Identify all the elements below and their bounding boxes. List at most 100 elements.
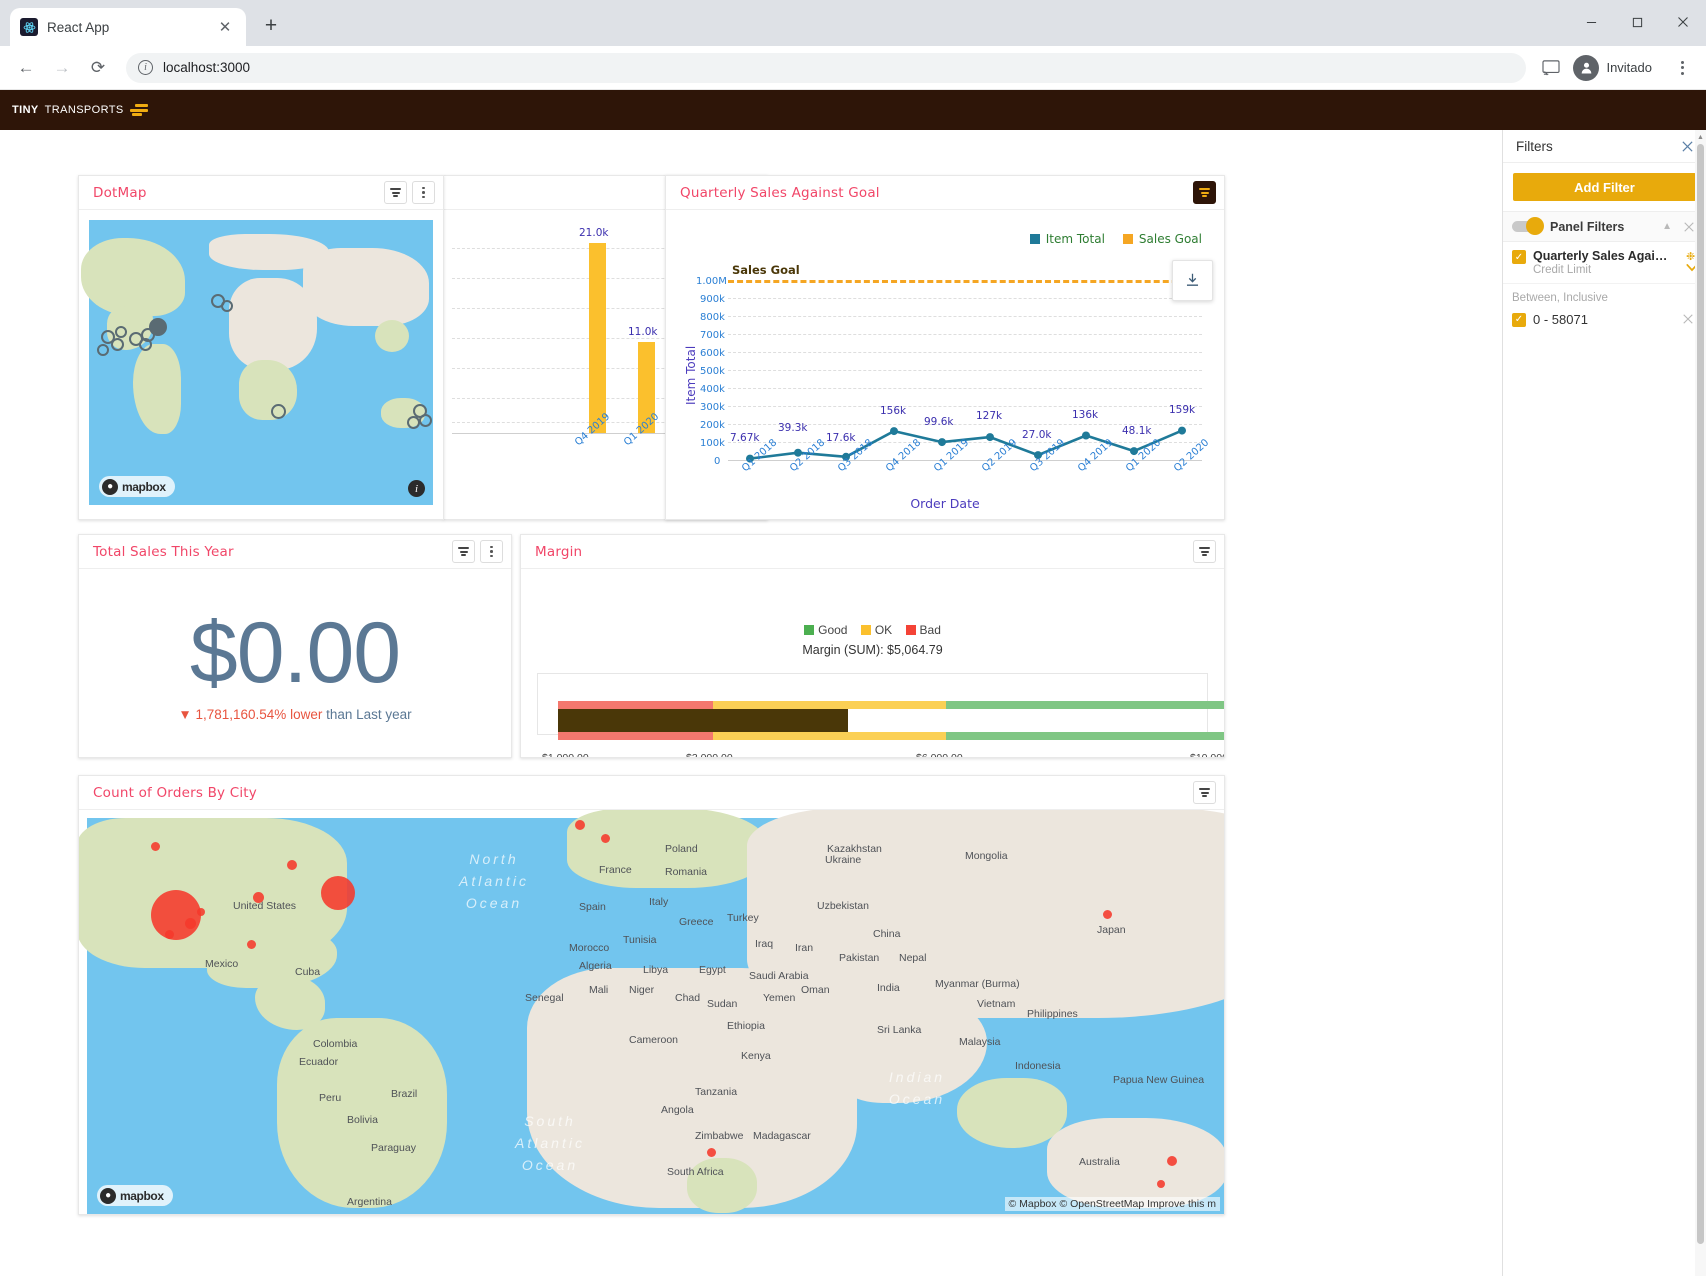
map-label-japan: Japan (1097, 924, 1126, 936)
legend-label-bad: Bad (920, 623, 941, 637)
kebab-icon[interactable] (480, 540, 503, 563)
filter-icon[interactable] (1193, 781, 1216, 804)
map-label-myanmar: Myanmar (Burma) (935, 978, 987, 991)
map-bubble[interactable] (151, 890, 201, 940)
map-label-paraguay: Paraguay (371, 1142, 416, 1154)
map-label-colombia: Colombia (313, 1038, 357, 1050)
bullet-chart[interactable]: $1,000.00 $3,000.00 $6,000.00 $10,000.0 (537, 673, 1208, 735)
panel-margin-title: Margin (535, 544, 1193, 560)
map-bubble[interactable] (197, 908, 205, 916)
panel-quarterly-header: Quarterly Sales Against Goal (666, 176, 1224, 210)
legend-label-1: Sales Goal (1139, 232, 1202, 246)
map-bubble[interactable] (601, 834, 610, 843)
profile-button[interactable]: Invitado (1570, 52, 1662, 84)
mapbox-logo[interactable]: ● mapbox (97, 1185, 173, 1206)
close-icon[interactable] (1678, 137, 1696, 155)
legend-item-sales-goal[interactable]: Sales Goal (1123, 232, 1202, 246)
cast-icon[interactable] (1538, 57, 1564, 79)
download-icon (1184, 272, 1201, 289)
map-bubble[interactable] (253, 892, 264, 903)
panel-filters-label: Panel Filters (1550, 220, 1654, 234)
scroll-up-icon[interactable]: ▲ (1695, 131, 1706, 144)
map-info-icon[interactable]: i (408, 480, 425, 497)
map-label-india: India (877, 982, 900, 994)
legend-label-ok: OK (875, 623, 892, 637)
browser-menu-icon[interactable] (1668, 54, 1696, 82)
legend-item-good[interactable]: Good (804, 623, 847, 637)
filters-scrollbar[interactable]: ▲ (1695, 130, 1706, 1276)
window-maximize-button[interactable] (1614, 0, 1660, 44)
filter-icon[interactable] (1193, 181, 1216, 204)
tab-close-icon[interactable]: ✕ (214, 16, 236, 38)
map-bubble[interactable] (1103, 910, 1112, 919)
toolbar-right: Invitado (1538, 52, 1696, 84)
map-label-egypt: Egypt (699, 964, 726, 976)
map-label-ecuador: Ecuador (299, 1056, 338, 1068)
y-tick-6: 600k (700, 348, 725, 359)
map-bubble[interactable] (1157, 1180, 1165, 1188)
reload-button[interactable]: ⟳ (82, 52, 114, 84)
filter-icon[interactable] (452, 540, 475, 563)
caret-up-icon[interactable]: ▲ (1662, 221, 1672, 232)
map-bubble[interactable] (185, 918, 196, 929)
map-bubble[interactable] (165, 930, 174, 939)
filter-icon[interactable] (384, 181, 407, 204)
panel-total-sales-header: Total Sales This Year (79, 535, 511, 569)
map-bubble[interactable] (151, 842, 160, 851)
y-tick-7: 700k (700, 330, 725, 341)
toggle-on-icon[interactable] (1512, 221, 1542, 232)
legend-item-item-total[interactable]: Item Total (1030, 232, 1105, 246)
kpi-delta-arrow: ▼ (178, 707, 191, 722)
map-attribution[interactable]: © Mapbox © OpenStreetMap Improve this m (1005, 1197, 1220, 1211)
point-label-9: 159k (1169, 404, 1195, 416)
new-tab-button[interactable]: + (254, 9, 288, 43)
mapbox-logo[interactable]: ● mapbox (99, 476, 175, 497)
map-bubble[interactable] (707, 1148, 716, 1157)
url-text: localhost:3000 (163, 60, 250, 75)
brand-logo[interactable]: TINYTRANSPORTS (12, 104, 148, 116)
bar-0[interactable] (589, 243, 606, 433)
address-bar[interactable]: i localhost:3000 (126, 53, 1526, 83)
map-label-mali: Mali (589, 984, 608, 996)
forward-button[interactable]: → (46, 52, 78, 84)
filter-checkbox[interactable]: ✓ (1512, 250, 1526, 264)
window-minimize-button[interactable] (1568, 0, 1614, 44)
map-bubble[interactable] (287, 860, 297, 870)
orders-map-canvas[interactable]: North Atlantic Ocean South Atlantic Ocea… (87, 818, 1224, 1214)
react-icon (20, 18, 38, 36)
browser-tab-react-app[interactable]: React App ✕ (10, 8, 246, 46)
download-button[interactable] (1172, 260, 1213, 301)
dotmap-canvas[interactable]: ● mapbox i (89, 220, 433, 505)
map-bubble[interactable] (575, 820, 585, 830)
back-button[interactable]: ← (10, 52, 42, 84)
filter-item-quarterly-sales[interactable]: ✓ Quarterly Sales Agai… (1) Credit Limit… (1503, 242, 1706, 284)
legend-swatch-icon (906, 625, 916, 635)
map-label-morocco: Morocco (569, 942, 609, 954)
ocean-label-south-atlantic: South Atlantic Ocean (495, 1110, 605, 1176)
info-icon[interactable]: i (138, 60, 153, 75)
filter-icon[interactable] (1193, 540, 1216, 563)
scrollbar-thumb[interactable] (1697, 144, 1704, 1244)
add-filter-button[interactable]: Add Filter (1513, 173, 1696, 201)
map-label-romania: Romania (665, 866, 707, 878)
panel-total-sales: Total Sales This Year $0.00 ▼ 1,781,160.… (78, 534, 512, 758)
map-bubble[interactable] (1167, 1156, 1177, 1166)
map-bubble[interactable] (321, 876, 355, 910)
panel-orders-map-title: Count of Orders By City (93, 785, 1193, 801)
legend-item-ok[interactable]: OK (861, 623, 892, 637)
window-close-button[interactable] (1660, 0, 1706, 44)
margin-summary: Margin (SUM): $5,064.79 (521, 643, 1224, 657)
legend-item-bad[interactable]: Bad (906, 623, 941, 637)
map-bubble[interactable] (247, 940, 256, 949)
map-label-chad: Chad (675, 992, 700, 1004)
point-label-2: 17.6k (826, 432, 855, 444)
panel-dotmap-body: ● mapbox i (79, 210, 443, 519)
y-tick-4: 400k (700, 384, 725, 395)
point-label-4: 99.6k (924, 416, 953, 428)
kebab-icon[interactable] (412, 181, 435, 204)
map-label-indonesia: Indonesia (1015, 1060, 1061, 1072)
bar-value-0: 21.0k (579, 227, 608, 239)
line-series-item-total[interactable] (728, 280, 1204, 465)
filter-condition-checkbox[interactable]: ✓ (1512, 313, 1526, 327)
y-tick-1: 100k (700, 438, 725, 449)
